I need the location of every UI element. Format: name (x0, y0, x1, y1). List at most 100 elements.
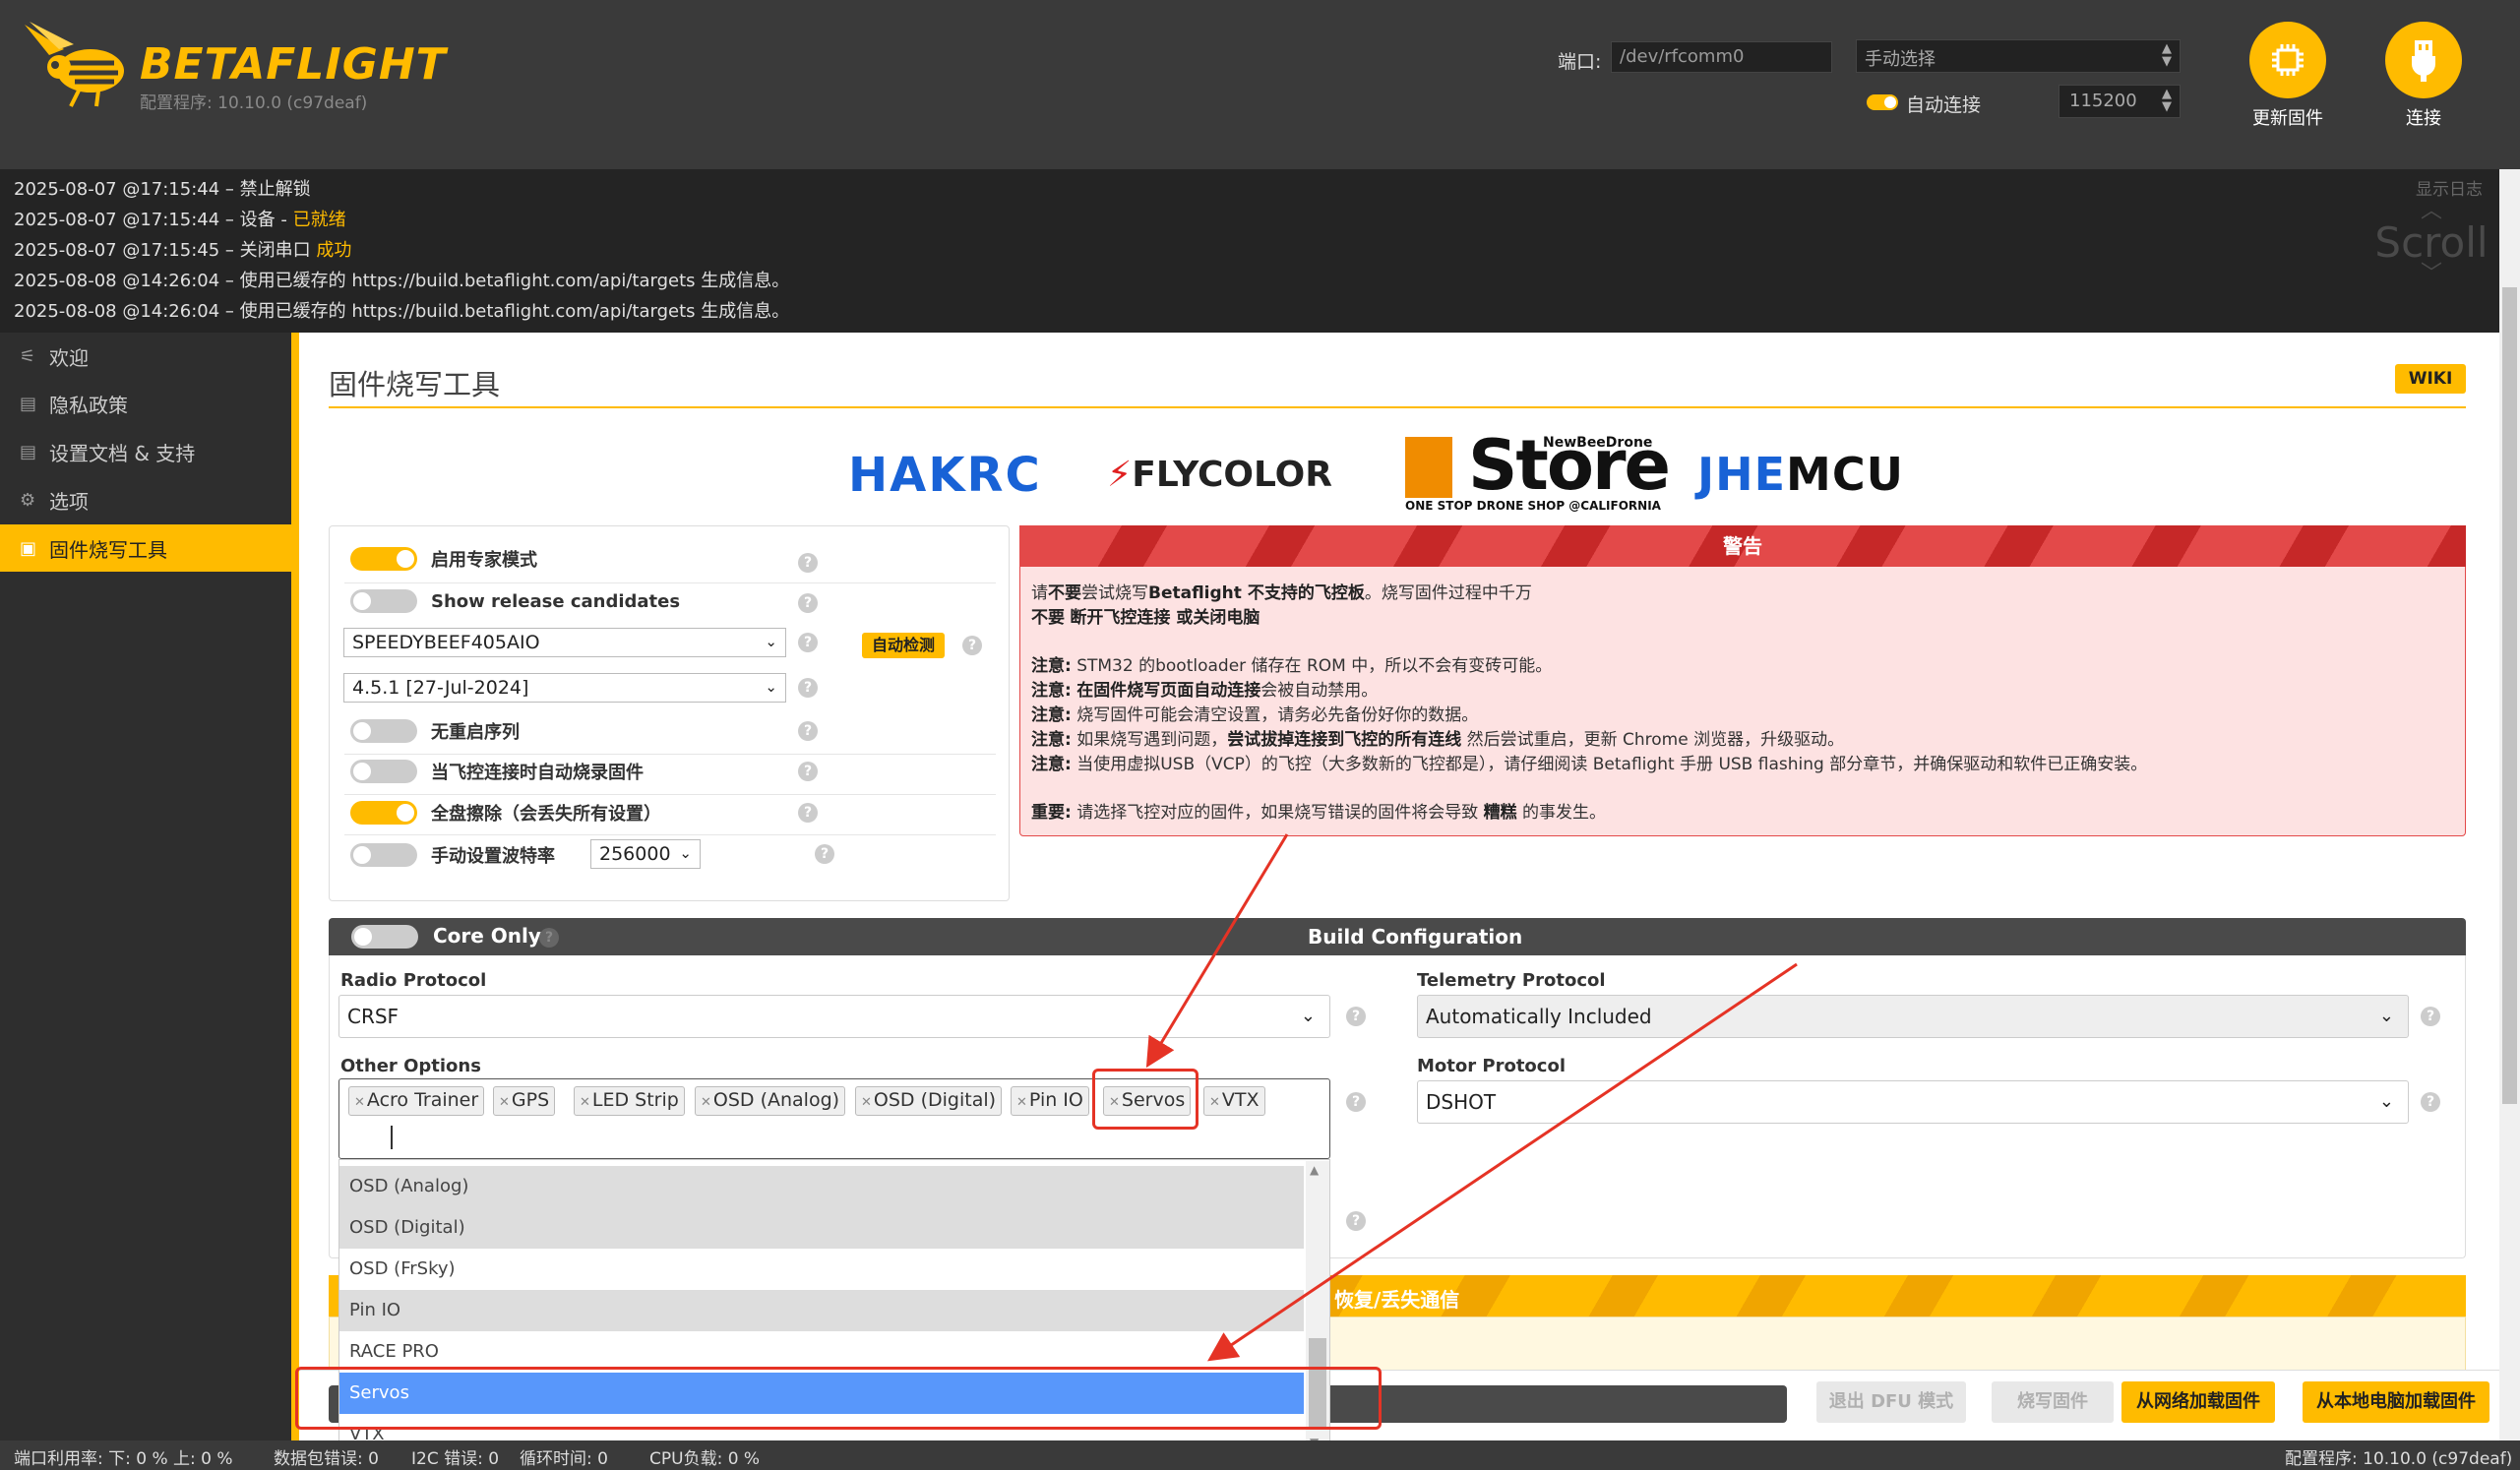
sponsor-flycolor-logo[interactable]: ⚡FLYCOLOR (1107, 455, 1332, 495)
log-line: 2025-08-08 @14:26:04 – 使用已缓存的 https://bu… (14, 271, 790, 291)
full-erase-toggle[interactable] (350, 801, 417, 825)
update-firmware-label: 更新固件 (2252, 108, 2323, 129)
release-candidates-toggle[interactable] (350, 589, 417, 613)
board-select[interactable]: SPEEDYBEEF405AIO ⌄ (343, 628, 786, 657)
chip-icon: ▣ (20, 537, 37, 559)
show-log-link[interactable]: 显示日志 (2416, 175, 2483, 200)
manual-baud-select[interactable]: 256000 ⌄ (590, 839, 701, 869)
packet-error-status: 数据包错误: 0 (274, 1449, 379, 1469)
i2c-error-status: I2C 错误: 0 (411, 1449, 500, 1469)
log-line: 2025-08-07 @17:15:44 – 设备 - 已就绪 (14, 210, 346, 230)
option-tag[interactable]: ✕ OSD (Digital) (855, 1086, 1003, 1116)
help-icon[interactable]: ? (798, 593, 818, 613)
option-tag[interactable]: ✕ OSD (Analog) (695, 1086, 846, 1116)
manual-baud-toggle[interactable] (350, 843, 417, 867)
sidebar-item-firmware-flasher[interactable]: ▣ 固件烧写工具 (0, 524, 297, 572)
help-icon[interactable]: ? (798, 803, 818, 823)
flash-on-connect-toggle[interactable] (350, 760, 417, 783)
exit-dfu-button[interactable]: 退出 DFU 模式 (1816, 1381, 1966, 1423)
load-firmware-local-button[interactable]: 从本地电脑加载固件 (2303, 1381, 2489, 1423)
port-usage-status: 端口利用率: 下: 0 % 上: 0 % (14, 1449, 233, 1469)
auto-connect-toggle[interactable] (1867, 94, 1898, 110)
divider (344, 834, 996, 835)
no-reboot-toggle[interactable] (350, 719, 417, 743)
divider (344, 794, 996, 795)
option-tag[interactable]: ✕ LED Strip (574, 1086, 685, 1116)
baud-rate-select[interactable]: 115200 ▲ ▼ (2059, 85, 2181, 118)
remove-icon[interactable]: ✕ (701, 1095, 711, 1110)
remove-icon[interactable]: ✕ (354, 1095, 365, 1110)
help-icon[interactable]: ? (815, 844, 834, 864)
remove-icon[interactable]: ✕ (1016, 1095, 1027, 1110)
help-icon[interactable]: ? (798, 553, 818, 573)
log-line: 2025-08-07 @17:15:44 – 禁止解锁 (14, 179, 311, 200)
telemetry-protocol-select[interactable]: Automatically Included ⌄ (1417, 995, 2409, 1038)
dropdown-option[interactable]: OSD (FrSky) (339, 1249, 1304, 1290)
help-icon[interactable]: ? (798, 762, 818, 781)
select-arrows-icon: ▲ ▼ (2162, 87, 2172, 114)
cpu-load-status: CPU负载: 0 % (649, 1449, 761, 1469)
help-icon[interactable]: ? (1346, 1211, 1366, 1231)
port-mode-select[interactable]: 手动选择 ▲ ▼ (1856, 39, 2181, 73)
plug-icon: ⚟ (20, 345, 36, 367)
chevron-down-icon: ⌄ (2378, 1091, 2394, 1112)
build-config-title: Build Configuration (1308, 925, 1523, 949)
help-icon[interactable]: ? (798, 721, 818, 741)
load-firmware-online-button[interactable]: 从网络加载固件 (2121, 1381, 2275, 1423)
sponsor-store-logo[interactable]: Store (1468, 425, 1671, 506)
sponsor-jhemcu-logo[interactable]: JHEMCU (1697, 448, 1904, 501)
option-tag[interactable]: ✕ GPS (493, 1086, 556, 1116)
sidebar-item-docs[interactable]: ▤ 设置文档 & 支持 (0, 428, 297, 475)
baud-rate-value: 115200 (2069, 91, 2137, 111)
scroll-up-icon[interactable]: ▲ (1310, 1163, 1319, 1177)
flash-firmware-button[interactable]: 烧写固件 (1992, 1381, 2114, 1423)
core-only-toggle[interactable] (351, 925, 418, 949)
motor-protocol-label: Motor Protocol (1417, 1056, 1567, 1076)
port-mode-value: 手动选择 (1865, 49, 1936, 70)
firmware-version-select[interactable]: 4.5.1 [27-Jul-2024] ⌄ (343, 673, 786, 703)
help-icon[interactable]: ? (2421, 1092, 2440, 1112)
dropdown-option[interactable]: OSD (Digital) (339, 1207, 1304, 1249)
remove-icon[interactable]: ✕ (580, 1095, 590, 1110)
dropdown-option[interactable]: OSD (Analog) (339, 1166, 1304, 1207)
warning-note-3: 注意: 烧写固件可能会清空设置，请务必先备份好你的数据。 (1031, 705, 1479, 725)
warning-important: 重要: 请选择飞控对应的固件，如果烧写错误的固件将会导致 糟糕 的事发生。 (1031, 803, 1607, 823)
connect-button[interactable]: 连接 (2374, 22, 2473, 130)
option-tag[interactable]: ✕ Acro Trainer (348, 1086, 485, 1116)
warning-note-2: 注意: 在固件烧写页面自动连接会被自动禁用。 (1031, 681, 1379, 701)
motor-protocol-select[interactable]: DSHOT ⌄ (1417, 1080, 2409, 1124)
chevron-down-icon: ⌄ (2378, 1006, 2394, 1026)
expert-mode-row: 启用专家模式 (350, 546, 537, 572)
help-icon[interactable]: ? (798, 633, 818, 652)
dropdown-option[interactable]: Pin IO (339, 1290, 1304, 1331)
remove-icon[interactable]: ✕ (1209, 1095, 1220, 1110)
port-input[interactable]: /dev/rfcomm0 (1611, 41, 1832, 73)
help-icon[interactable]: ? (798, 678, 818, 698)
betaflight-logo-icon (25, 22, 124, 107)
update-firmware-button[interactable]: 更新固件 (2239, 22, 2337, 130)
help-icon[interactable]: ? (2421, 1007, 2440, 1026)
usb-plug-icon (2385, 22, 2462, 98)
help-icon[interactable]: ? (1346, 1092, 1366, 1112)
divider (344, 754, 996, 755)
divider (344, 582, 996, 583)
radio-protocol-select[interactable]: CRSF ⌄ (338, 995, 1330, 1038)
sidebar-item-privacy[interactable]: ▤ 隐私政策 (0, 380, 297, 427)
help-icon[interactable]: ? (539, 928, 559, 948)
remove-icon[interactable]: ✕ (861, 1095, 872, 1110)
auto-detect-button[interactable]: 自动检测 (862, 633, 945, 658)
expert-mode-toggle[interactable] (350, 547, 417, 571)
recovery-title: 恢复/丢失通信 (1334, 1288, 1460, 1312)
help-icon[interactable]: ? (1346, 1007, 1366, 1026)
wiki-button[interactable]: WIKI (2395, 364, 2466, 394)
log-panel: 2025-08-07 @17:15:44 – 禁止解锁 2025-08-07 @… (0, 169, 2499, 333)
option-tag[interactable]: ✕ VTX (1203, 1086, 1265, 1116)
sidebar-item-welcome[interactable]: ⚟ 欢迎 (0, 333, 297, 380)
option-tag[interactable]: ✕ Pin IO (1011, 1086, 1089, 1116)
help-icon[interactable]: ? (962, 636, 982, 655)
core-only-label: Core Only (433, 924, 541, 948)
remove-icon[interactable]: ✕ (499, 1095, 510, 1110)
page-scrollbar-thumb[interactable] (2502, 287, 2517, 1104)
sidebar-item-options[interactable]: ⚙ 选项 (0, 476, 297, 523)
sponsor-hakrc-logo[interactable]: HAKRC (848, 448, 1042, 503)
